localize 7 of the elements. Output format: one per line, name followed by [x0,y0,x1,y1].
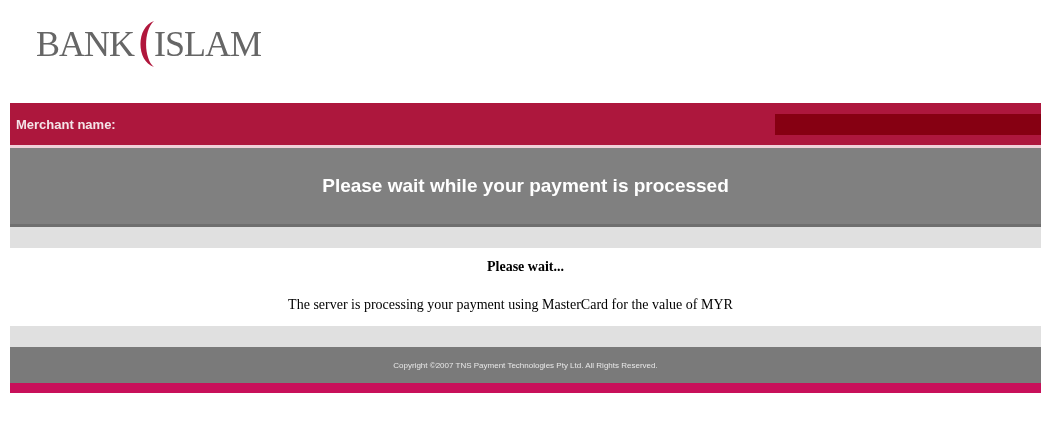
message-heading: Please wait... [486,258,565,275]
banner-title: Please wait while your payment is processed [322,175,729,197]
message-text: The server is processing your payment using MasterCard for the value of MYR [287,296,734,313]
logo-text: BANK [36,23,134,65]
logo-text: ISLAM [154,23,262,65]
merchant-label: Merchant name: [15,116,116,132]
copyright-text: Copyright ©2007 TNS Payment Technologies Pty Ltd. All Rights Reserved. [393,360,658,370]
